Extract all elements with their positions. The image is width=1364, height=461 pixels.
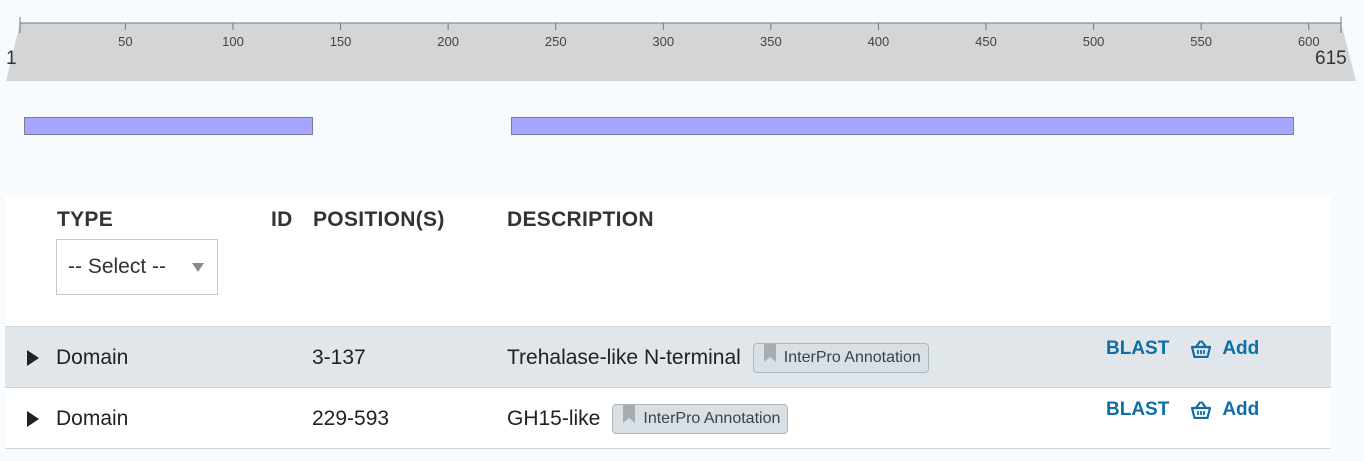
- interpro-annotation-badge[interactable]: InterPro Annotation: [752, 343, 929, 373]
- row-type: Domain: [56, 407, 129, 430]
- ruler-tick-label: 400: [868, 34, 890, 49]
- header-type: TYPE: [57, 208, 114, 231]
- ruler-tick-label: 250: [545, 34, 567, 49]
- feature-viewer: 50 100 150 200 250 300 350 400 450 500 550 600 1 61…: [0, 0, 1364, 196]
- header-positions: POSITION(S): [313, 208, 445, 231]
- expand-row-icon[interactable]: [27, 350, 39, 366]
- basket-icon: [1191, 340, 1212, 358]
- blast-link[interactable]: BLAST: [1106, 338, 1169, 360]
- row-description-text: Trehalase-like N-terminal: [507, 346, 741, 369]
- feature-track: [0, 100, 1364, 150]
- add-label: Add: [1222, 399, 1260, 420]
- ruler-tick-label: 450: [975, 34, 997, 49]
- ruler-end-label: 615: [1315, 48, 1347, 69]
- header-description: DESCRIPTION: [507, 208, 654, 231]
- domain-feature-bar[interactable]: [24, 117, 313, 135]
- sequence-ruler[interactable]: 50 100 150 200 250 300 350 400 450 500 550 600: [0, 0, 1364, 90]
- domain-feature-bar[interactable]: [510, 117, 1294, 135]
- expand-row-icon[interactable]: [27, 411, 39, 427]
- row-description: GH15-like InterPro Annotation: [507, 404, 789, 434]
- ruler-tick-label: 150: [330, 34, 352, 49]
- add-to-basket-button[interactable]: Add: [1191, 399, 1259, 421]
- row-actions: BLAST Add: [1106, 399, 1259, 421]
- ruler-band: [6, 23, 1356, 81]
- row-positions: 3-137: [312, 346, 366, 369]
- ruler-tick-label: 350: [760, 34, 782, 49]
- add-to-basket-button[interactable]: Add: [1191, 338, 1259, 360]
- row-type: Domain: [56, 346, 129, 369]
- features-table: TYPE ID POSITION(S) DESCRIPTION -- Selec…: [5, 196, 1331, 449]
- add-label: Add: [1222, 338, 1260, 359]
- ruler-tick-label: 100: [222, 34, 244, 49]
- badge-label: InterPro Annotation: [783, 349, 921, 366]
- row-actions: BLAST Add: [1106, 338, 1259, 360]
- badge-label: InterPro Annotation: [643, 410, 781, 427]
- row-description: Trehalase-like N-terminal InterPro Annot…: [507, 343, 929, 373]
- ruler-tick-label: 600: [1298, 34, 1320, 49]
- ruler-start-label: 1: [6, 48, 17, 69]
- table-row: Domain 3-137 Trehalase-like N-terminal I…: [5, 326, 1331, 388]
- type-filter-select[interactable]: -- Select --: [56, 239, 218, 295]
- bookmark-icon: [763, 344, 776, 362]
- ruler-tick-label: 50: [118, 34, 132, 49]
- basket-icon: [1191, 401, 1212, 419]
- interpro-annotation-badge[interactable]: InterPro Annotation: [612, 404, 789, 434]
- bookmark-icon: [623, 405, 636, 423]
- row-positions: 229-593: [312, 407, 390, 430]
- chevron-down-icon: [192, 263, 204, 272]
- table-row: Domain 229-593 GH15-like InterPro Annota…: [5, 388, 1331, 449]
- ruler-tick-label: 200: [437, 34, 459, 49]
- blast-link[interactable]: BLAST: [1106, 399, 1169, 421]
- row-description-text: GH15-like: [507, 407, 601, 430]
- header-id: ID: [271, 208, 293, 231]
- type-filter-selected: -- Select --: [68, 255, 167, 278]
- ruler-tick-label: 300: [652, 34, 674, 49]
- ruler-tick-label: 500: [1083, 34, 1105, 49]
- table-header: TYPE ID POSITION(S) DESCRIPTION -- Selec…: [5, 196, 1331, 326]
- ruler-tick-label: 550: [1190, 34, 1212, 49]
